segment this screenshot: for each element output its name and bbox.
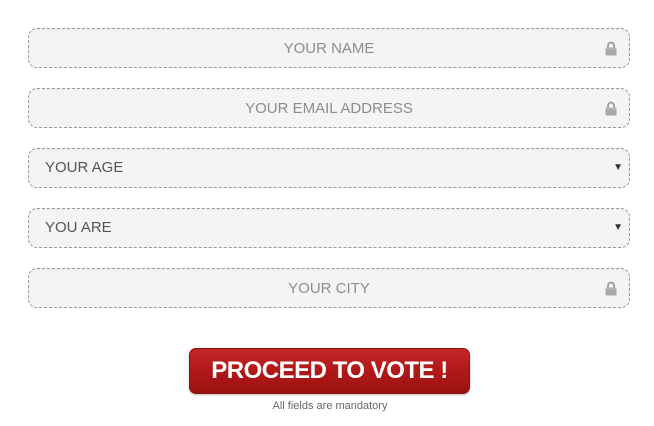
city-input[interactable] xyxy=(29,269,629,307)
name-field xyxy=(28,28,630,68)
chevron-down-icon: ▼ xyxy=(613,222,623,233)
lock-icon xyxy=(605,101,617,116)
name-input[interactable] xyxy=(29,29,629,67)
lock-icon xyxy=(605,41,617,56)
vote-form: YOUR AGE ▼ YOU ARE ▼ PROCEED TO VOTE ! A… xyxy=(0,0,654,426)
proceed-to-vote-button[interactable]: PROCEED TO VOTE ! xyxy=(189,348,470,394)
lock-icon xyxy=(605,281,617,296)
mandatory-note: All fields are mandatory xyxy=(272,400,388,412)
email-field xyxy=(28,88,630,128)
age-select-value: YOUR AGE xyxy=(45,159,124,176)
city-field xyxy=(28,268,630,308)
age-select[interactable]: YOUR AGE ▼ xyxy=(28,148,630,188)
gender-select[interactable]: YOU ARE ▼ xyxy=(28,208,630,248)
chevron-down-icon: ▼ xyxy=(613,162,623,173)
email-input[interactable] xyxy=(29,89,629,127)
gender-select-value: YOU ARE xyxy=(45,219,112,236)
